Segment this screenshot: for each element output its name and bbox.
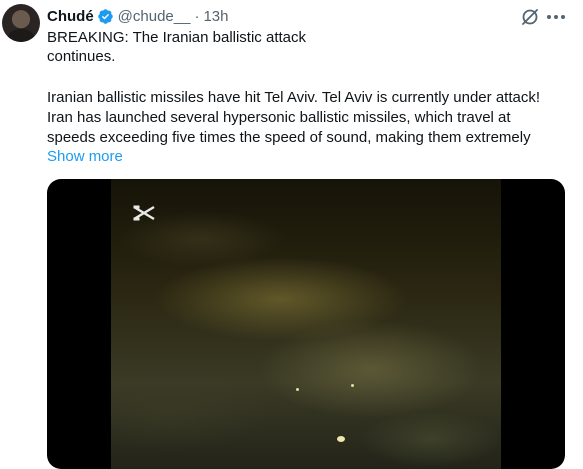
tweet-paragraph: Iranian ballistic missiles have hit Tel … — [47, 88, 577, 148]
light-point — [296, 388, 299, 391]
author-name[interactable]: Chudé — [47, 8, 94, 25]
author-handle[interactable]: @chude__ — [118, 8, 191, 25]
video-player[interactable] — [47, 179, 565, 469]
video-frame — [111, 179, 501, 469]
light-point — [351, 384, 354, 387]
verified-badge-icon — [97, 8, 114, 25]
tweet-paragraph-line: Iranian ballistic missiles have hit Tel … — [47, 89, 541, 106]
tweet-paragraph-line: speeds exceeding five times the speed of… — [47, 129, 531, 146]
tweet-paragraph-line: Iran has launched several hypersonic bal… — [47, 109, 511, 126]
tweet-text-line: BREAKING: The Iranian ballistic attack — [47, 29, 306, 46]
timestamp[interactable]: 13h — [203, 8, 228, 25]
more-icon[interactable] — [545, 7, 567, 27]
tweet-header: Chudé @chude__ · 13h — [47, 6, 228, 26]
tweet-text-line: continues. — [47, 48, 116, 65]
separator-dot: · — [194, 7, 200, 25]
light-point — [337, 436, 345, 442]
avatar[interactable] — [2, 4, 40, 42]
grok-icon[interactable] — [520, 7, 540, 27]
show-more-link[interactable]: Show more — [47, 147, 123, 167]
capcut-icon — [133, 205, 155, 221]
